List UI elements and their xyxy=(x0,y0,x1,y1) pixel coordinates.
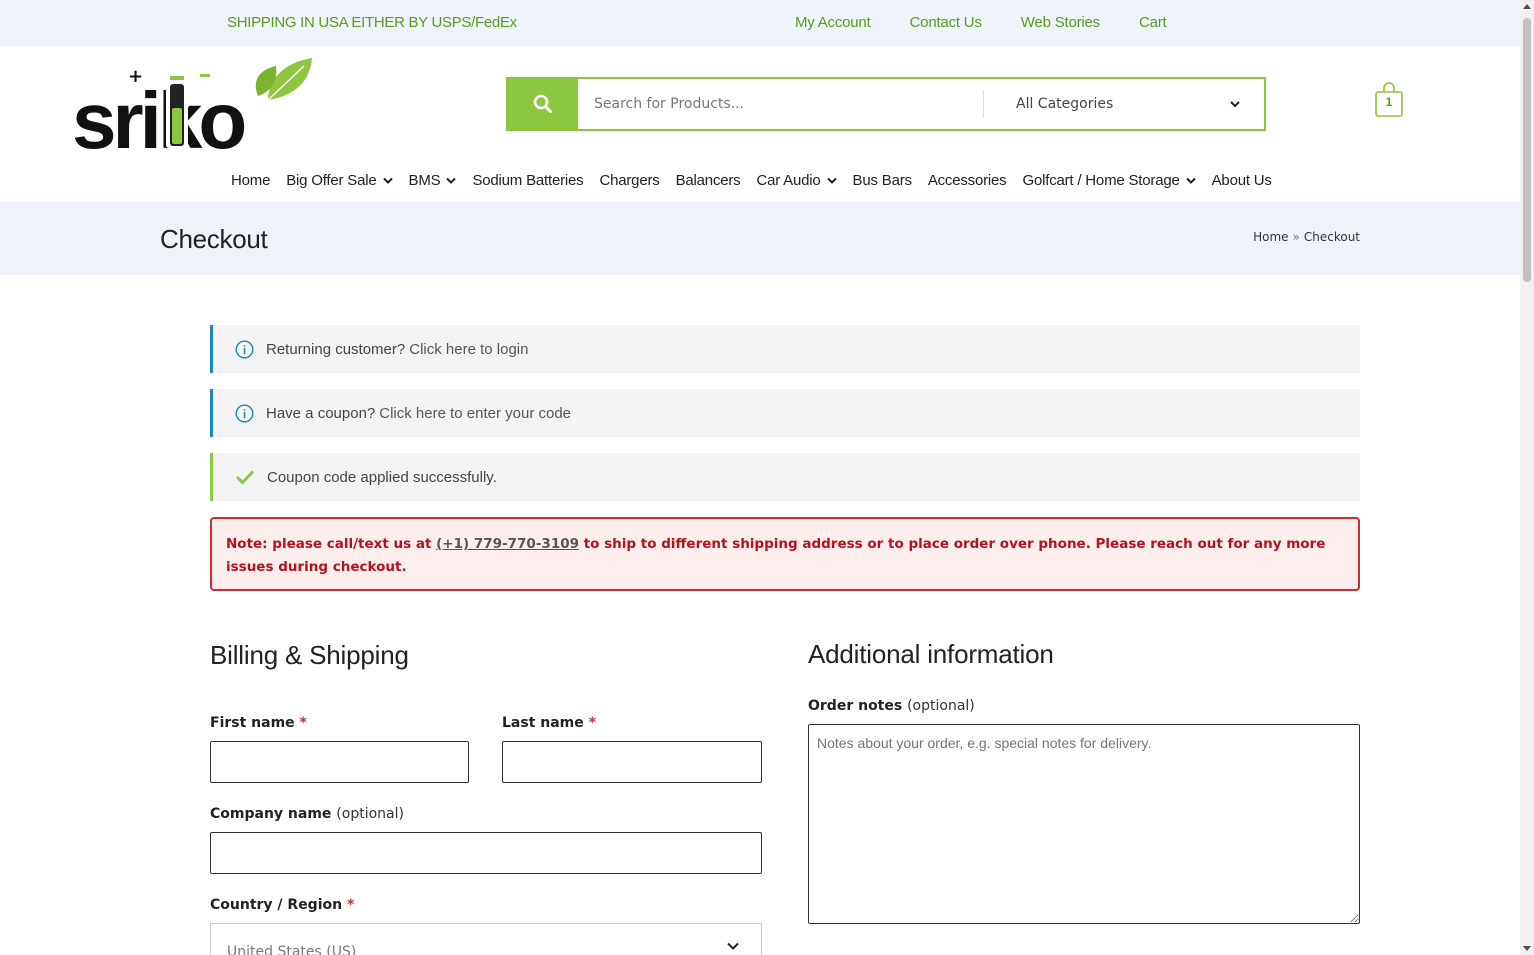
additional-info-heading: Additional information xyxy=(808,639,1054,669)
chevron-down-icon xyxy=(1230,101,1240,108)
company-label-text: Company name xyxy=(210,806,332,822)
nav-label: Balancers xyxy=(675,172,741,189)
breadcrumb-current: Checkout xyxy=(1303,230,1360,244)
nav-item-chargers[interactable]: Chargers xyxy=(599,172,659,189)
cart-link[interactable]: Cart xyxy=(1139,14,1167,31)
scrollbar-thumb[interactable] xyxy=(1523,18,1531,282)
coupon-link[interactable]: Click here to enter your code xyxy=(379,405,571,422)
company-label: Company name (optional) xyxy=(210,806,404,822)
nav-item-car-audio[interactable]: Car Audio xyxy=(756,172,837,189)
country-label-text: Country / Region xyxy=(210,897,343,913)
nav-item-bus-bars[interactable]: Bus Bars xyxy=(853,172,912,189)
category-select[interactable]: All Categories xyxy=(984,79,1264,129)
first-name-field[interactable] xyxy=(210,741,469,783)
category-selected: All Categories xyxy=(1016,96,1114,112)
nav-label: BMS xyxy=(408,172,441,189)
required-mark: * xyxy=(588,715,596,731)
nav-label: Chargers xyxy=(599,172,660,189)
main-nav: Home Big Offer Sale BMS Sodium Batteries… xyxy=(231,172,1288,189)
order-notes-textarea[interactable] xyxy=(808,724,1360,924)
info-icon xyxy=(235,339,254,359)
cart-count: 1 xyxy=(1385,95,1393,109)
billing-heading: Billing & Shipping xyxy=(210,640,409,670)
sriko-logo[interactable]: sriko + xyxy=(72,56,314,152)
optional-mark: (optional) xyxy=(336,806,404,822)
nav-item-home[interactable]: Home xyxy=(231,172,270,189)
top-bar: SHIPPING IN USA EITHER BY USPS/FedEx My … xyxy=(0,0,1520,46)
coupon-notice-text: Have a coupon? xyxy=(266,404,376,422)
nav-item-golfcart-home-storage[interactable]: Golfcart / Home Storage xyxy=(1022,172,1196,189)
coupon-success-text: Coupon code applied successfully. xyxy=(267,468,497,486)
search-button[interactable] xyxy=(508,79,578,129)
logo-text: sriko xyxy=(72,76,244,152)
nav-item-sodium-batteries[interactable]: Sodium Batteries xyxy=(472,172,583,189)
required-mark: * xyxy=(346,897,355,913)
search-input[interactable] xyxy=(578,79,983,129)
page-title: Checkout xyxy=(160,224,268,254)
svg-text:+: + xyxy=(128,66,143,87)
nav-item-accessories[interactable]: Accessories xyxy=(928,172,1007,189)
country-select[interactable]: United States (US) xyxy=(210,923,762,955)
breadcrumb-home[interactable]: Home xyxy=(1253,230,1288,244)
nav-label: Accessories xyxy=(927,172,1007,189)
chevron-down-icon xyxy=(826,177,837,184)
contact-us-link[interactable]: Contact Us xyxy=(910,14,982,31)
search-bar: All Categories xyxy=(506,77,1266,131)
phone-link[interactable]: (+1) 779-770-3109 xyxy=(436,536,579,552)
nav-label: About Us xyxy=(1211,172,1272,189)
my-account-link[interactable]: My Account xyxy=(795,14,871,31)
nav-item-balancers[interactable]: Balancers xyxy=(676,172,741,189)
login-link[interactable]: Click here to login xyxy=(409,341,528,358)
search-icon xyxy=(533,94,552,113)
nav-label: Home xyxy=(231,172,271,189)
nav-label: Sodium Batteries xyxy=(472,172,584,189)
optional-mark: (optional) xyxy=(907,698,975,714)
nav-label: Big Offer Sale xyxy=(286,172,377,189)
company-field[interactable] xyxy=(210,832,762,874)
nav-item-bms[interactable]: BMS xyxy=(409,172,457,189)
last-name-label: Last name * xyxy=(502,715,596,731)
shipping-banner: SHIPPING IN USA EITHER BY USPS/FedEx xyxy=(227,14,517,31)
required-mark: * xyxy=(299,715,307,731)
login-notice-text: Returning customer? xyxy=(266,340,406,358)
chevron-down-icon xyxy=(1185,177,1196,184)
page-scrollbar[interactable] xyxy=(1520,0,1534,955)
page-title-bar: Checkout Home» Checkout xyxy=(0,202,1520,275)
shipping-note-alert: Note: please call/text us at (+1) 779-77… xyxy=(210,517,1360,591)
scroll-down-arrow[interactable] xyxy=(1523,946,1531,951)
nav-label: Car Audio xyxy=(756,172,821,189)
country-value: United States (US) xyxy=(227,944,357,955)
country-label: Country / Region * xyxy=(210,897,354,913)
coupon-success-notice: Coupon code applied successfully. xyxy=(210,453,1360,501)
alert-text-before: Note: please call/text us at xyxy=(226,536,437,552)
first-name-label: First name * xyxy=(210,715,307,731)
nav-label: Golfcart / Home Storage xyxy=(1022,172,1180,189)
login-notice: Returning customer? Click here to login xyxy=(210,325,1360,373)
last-name-label-text: Last name xyxy=(502,715,584,731)
order-notes-label: Order notes (optional) xyxy=(808,698,975,714)
breadcrumb-separator: » xyxy=(1292,230,1300,244)
checkmark-icon xyxy=(235,470,255,485)
chevron-down-icon xyxy=(382,177,393,184)
chevron-down-icon xyxy=(727,942,739,950)
nav-item-big-offer-sale[interactable]: Big Offer Sale xyxy=(286,172,393,189)
last-name-field[interactable] xyxy=(502,741,762,783)
first-name-label-text: First name xyxy=(210,715,295,731)
coupon-notice: Have a coupon? Click here to enter your … xyxy=(210,389,1360,437)
chevron-down-icon xyxy=(446,177,457,184)
scroll-up-arrow[interactable] xyxy=(1523,4,1531,9)
info-icon xyxy=(235,403,254,423)
top-links: My Account Contact Us Web Stories Cart xyxy=(795,14,1206,31)
nav-label: Bus Bars xyxy=(852,172,912,189)
breadcrumb: Home » Checkout xyxy=(1253,230,1360,244)
order-notes-label-text: Order notes xyxy=(808,698,903,714)
nav-item-about-us[interactable]: About Us xyxy=(1212,172,1272,189)
web-stories-link[interactable]: Web Stories xyxy=(1021,14,1100,31)
